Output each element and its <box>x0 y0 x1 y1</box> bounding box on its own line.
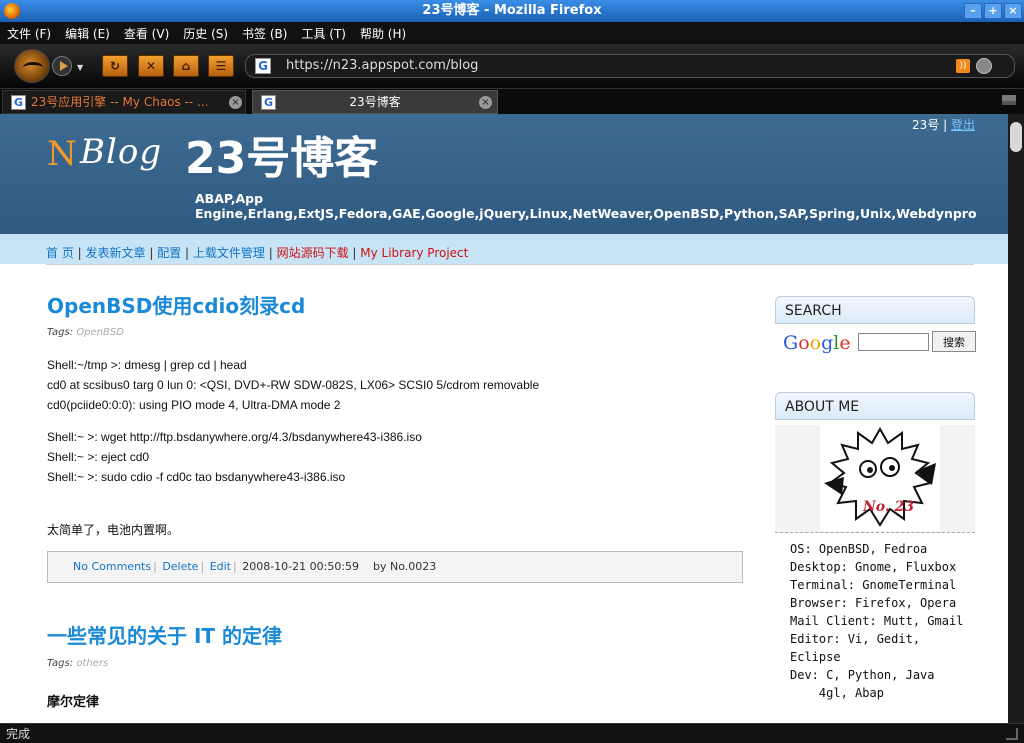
post-line: Shell:~ >: sudo cdio -f cd0c tao bsdanyw… <box>47 470 346 484</box>
post-date: 2008-10-21 00:50:59 <box>242 560 360 573</box>
divider <box>46 264 974 265</box>
blog-nav: 首 页 | 发表新文章 | 配置 | 上载文件管理 | 网站源码下载 | My … <box>0 234 1008 264</box>
header-tag-list[interactable]: ABAP,App Engine,Erlang,ExtJS,Fedora,GAE,… <box>195 191 1008 221</box>
rss-feed-icon[interactable]: )) <box>956 59 970 73</box>
menu-file[interactable]: 文件 (F) <box>0 25 58 42</box>
home-button[interactable]: ⌂ <box>173 55 199 77</box>
avatar-caption: No. 23 <box>862 499 914 515</box>
close-tab-icon[interactable]: × <box>229 96 242 109</box>
resize-grip-icon[interactable] <box>1006 728 1018 740</box>
blog-header: N Blog 23号博客 ABAP,App Engine,Erlang,ExtJ… <box>0 114 1008 234</box>
back-button-pumpkin-icon[interactable] <box>14 49 50 83</box>
menu-edit[interactable]: 编辑 (E) <box>58 25 117 42</box>
page-content: N Blog 23号博客 ABAP,App Engine,Erlang,ExtJ… <box>0 114 1008 723</box>
post-tags: Tags: OpenBSD <box>47 327 124 338</box>
tab-list-icon[interactable] <box>1002 95 1016 105</box>
nav-config[interactable]: 配置 <box>157 246 181 260</box>
menu-bar: 文件 (F) 编辑 (E) 查看 (V) 历史 (S) 书签 (B) 工具 (T… <box>0 22 1024 44</box>
tab-label: 23号博客 <box>349 95 401 109</box>
edit-link[interactable]: Edit <box>210 560 231 573</box>
go-button-icon[interactable] <box>976 58 992 74</box>
logout-link[interactable]: 登出 <box>951 118 975 132</box>
post-line: cd0(pciide0:0:0): using PIO mode 4, Ultr… <box>47 398 341 412</box>
comments-link[interactable]: No Comments <box>73 560 151 573</box>
menu-bookmarks[interactable]: 书签 (B) <box>235 25 294 42</box>
scrollbar-thumb[interactable] <box>1010 122 1022 152</box>
post-line: Shell:~/tmp >: dmesg | grep cd | head <box>47 358 247 372</box>
minimize-button[interactable]: – <box>964 3 982 19</box>
google-logo: Google <box>783 332 851 354</box>
reload-button[interactable]: ↻ <box>102 55 128 77</box>
bookmark-button[interactable]: ☰ <box>208 55 234 77</box>
tab-bar: G 23号应用引擎 -- My Chaos -- ... × G 23号博客 × <box>0 88 1024 114</box>
post-tags: Tags: others <box>47 658 108 669</box>
search-button[interactable]: 搜索 <box>932 331 976 352</box>
post-line: 太简单了，电池内置啊。 <box>47 523 180 537</box>
about-text: OS: OpenBSD, Fedroa Desktop: Gnome, Flux… <box>790 542 964 700</box>
tab-favicon-icon: G <box>11 95 26 110</box>
menu-tools[interactable]: 工具 (T) <box>294 25 353 42</box>
forward-button[interactable] <box>52 56 72 76</box>
post-author: by No.0023 <box>373 560 437 573</box>
tab-label: 23号应用引擎 -- My Chaos -- ... <box>31 95 209 109</box>
menu-view[interactable]: 查看 (V) <box>117 25 176 42</box>
nav-home[interactable]: 首 页 <box>46 246 74 260</box>
tab-blog[interactable]: G 23号博客 × <box>252 90 498 114</box>
post-subheading: 摩尔定律 <box>47 694 100 709</box>
avatar: No. 23 <box>820 425 940 531</box>
close-tab-icon[interactable]: × <box>479 96 492 109</box>
tag-link[interactable]: others <box>76 658 108 669</box>
nav-upload[interactable]: 上载文件管理 <box>193 246 265 260</box>
status-bar: 完成 <box>0 723 1024 743</box>
about-widget: ABOUT ME No. 23 OS: OpenBSD, Fedroa Desk… <box>775 392 975 723</box>
post-line: cd0 at scsibus0 targ 0 lun 0: <QSI, DVD+… <box>47 378 540 392</box>
site-favicon-icon: G <box>255 58 271 74</box>
search-widget: SEARCH Google 搜索 <box>775 296 976 358</box>
about-heading: ABOUT ME <box>775 392 975 420</box>
tab-chaos[interactable]: G 23号应用引擎 -- My Chaos -- ... × <box>2 90 246 114</box>
maximize-button[interactable]: + <box>984 3 1002 19</box>
delete-link[interactable]: Delete <box>162 560 198 573</box>
user-box: 23号 | 登出 <box>912 118 975 132</box>
firefox-icon[interactable] <box>4 3 20 19</box>
url-text[interactable]: https://n23.appspot.com/blog <box>286 58 478 73</box>
avatar-area: No. 23 <box>775 425 975 533</box>
menu-history[interactable]: 历史 (S) <box>176 25 235 42</box>
tag-link[interactable]: OpenBSD <box>76 327 124 338</box>
status-text: 完成 <box>6 727 31 741</box>
post-meta-bar: No Comments | Delete | Edit | 2008-10-21 00… <box>47 551 743 583</box>
post-title[interactable]: OpenBSD使用cdio刻录cd <box>47 290 305 319</box>
title-bar: 23号博客 - Mozilla Firefox – + × <box>0 0 1024 22</box>
post-title[interactable]: 一些常见的关于 IT 的定律 <box>47 620 282 649</box>
nav-library-project[interactable]: My Library Project <box>360 246 468 260</box>
post-line: Shell:~ >: wget http://ftp.bsdanywhere.o… <box>47 430 422 444</box>
tags-label: Tags: <box>47 327 74 338</box>
post-line: Shell:~ >: eject cd0 <box>47 450 150 464</box>
search-heading: SEARCH <box>775 296 975 324</box>
history-dropdown-icon[interactable]: ▼ <box>77 63 83 72</box>
username: 23号 <box>912 118 940 132</box>
menu-help[interactable]: 帮助 (H) <box>353 25 413 42</box>
site-title[interactable]: 23号博客 <box>185 122 378 186</box>
tab-favicon-icon: G <box>261 95 276 110</box>
url-bar[interactable]: G https://n23.appspot.com/blog )) <box>245 54 1015 78</box>
window-title: 23号博客 - Mozilla Firefox <box>422 3 602 18</box>
nav-new-post[interactable]: 发表新文章 <box>86 246 146 260</box>
page-scrollbar[interactable] <box>1008 114 1024 723</box>
close-window-button[interactable]: × <box>1004 3 1022 19</box>
search-input[interactable] <box>858 333 929 351</box>
logo-n: N <box>47 134 77 174</box>
tags-label: Tags: <box>47 658 74 669</box>
stop-button[interactable]: ✕ <box>138 55 164 77</box>
nav-source-download[interactable]: 网站源码下载 <box>277 246 349 260</box>
logo-blog: Blog <box>80 132 163 172</box>
firefox-window: 23号博客 - Mozilla Firefox – + × 文件 (F) 编辑 … <box>0 0 1024 743</box>
